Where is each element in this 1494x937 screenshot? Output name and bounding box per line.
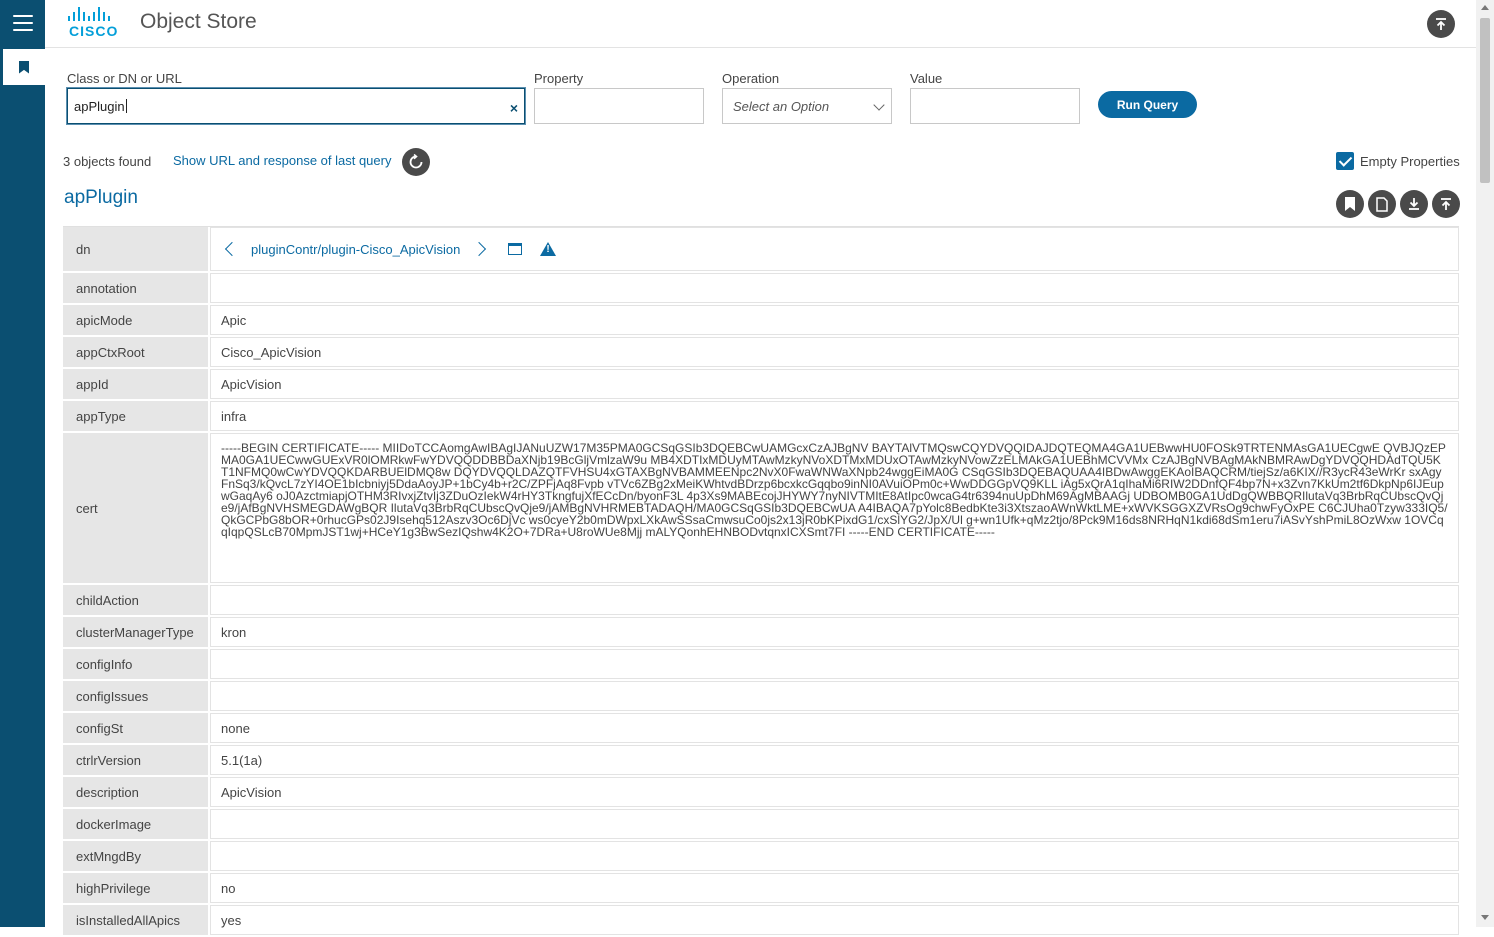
property-value: no [210, 873, 1459, 903]
property-value [210, 681, 1459, 711]
table-row: ctrlrVersion 5.1(1a) [63, 745, 1459, 777]
table-row: cert -----BEGIN CERTIFICATE----- MIIDoTC… [63, 433, 1459, 585]
property-value: yes [210, 905, 1459, 935]
table-row: configSt none [63, 713, 1459, 745]
property-key: extMngdBy [63, 841, 208, 871]
property-key: ctrlrVersion [63, 745, 208, 775]
property-key: description [63, 777, 208, 807]
table-row: clusterManagerType kron [63, 617, 1459, 649]
scroll-up-icon[interactable] [1481, 5, 1489, 10]
property-label: Property [534, 71, 584, 86]
show-url-link[interactable]: Show URL and response of last query [173, 153, 391, 168]
property-value [210, 273, 1459, 303]
property-key: dn [63, 227, 208, 271]
property-value: Apic [210, 305, 1459, 335]
property-value: kron [210, 617, 1459, 647]
object-class-title: apPlugin [64, 187, 138, 208]
property-value: none [210, 713, 1459, 743]
refresh-icon[interactable] [402, 148, 430, 176]
hamburger-menu-icon[interactable] [0, 0, 45, 46]
table-row: annotation [63, 273, 1459, 305]
bookmark-icon [19, 60, 29, 74]
download-icon[interactable] [1400, 190, 1428, 218]
document-icon[interactable] [1368, 190, 1396, 218]
value-input[interactable] [910, 88, 1080, 124]
operation-placeholder: Select an Option [733, 98, 830, 114]
warning-icon[interactable] [540, 242, 557, 256]
clear-icon[interactable]: × [510, 100, 518, 116]
object-actions [1336, 190, 1460, 218]
left-rail [0, 0, 45, 927]
operation-label: Operation [722, 71, 780, 86]
property-key: appType [63, 401, 208, 431]
table-row: description ApicVision [63, 777, 1459, 809]
property-key: isInstalledAllApics [63, 905, 208, 935]
value-label: Value [910, 71, 943, 86]
property-key: dockerImage [63, 809, 208, 839]
table-row: configInfo [63, 649, 1459, 681]
property-key: configSt [63, 713, 208, 743]
table-row: extMngdBy [63, 841, 1459, 873]
property-value [210, 585, 1459, 615]
page-title: Object Store [140, 10, 257, 33]
property-key: apicMode [63, 305, 208, 335]
property-key: appCtxRoot [63, 337, 208, 367]
bookmark-icon[interactable] [1336, 190, 1364, 218]
objects-found-count: 3 objects found [63, 154, 152, 169]
operation-select[interactable]: Select an Option [722, 88, 892, 124]
class-label: Class or DN or URL [67, 71, 182, 86]
open-window-icon[interactable] [508, 243, 523, 255]
table-row: dn pluginContr/plugin-Cisco_ApicVision [63, 227, 1459, 273]
property-input[interactable] [534, 88, 704, 124]
chevron-left-icon[interactable] [224, 241, 240, 257]
table-row: highPrivilege no [63, 873, 1459, 905]
chevron-right-icon[interactable] [472, 241, 487, 257]
property-key: cert [63, 433, 208, 583]
property-value: pluginContr/plugin-Cisco_ApicVision [210, 227, 1459, 271]
bookmarks-tab[interactable] [0, 49, 45, 85]
empty-properties-label: Empty Properties [1360, 153, 1460, 169]
property-key: appId [63, 369, 208, 399]
property-key: configIssues [63, 681, 208, 711]
table-row: childAction [63, 585, 1459, 617]
table-row: appCtxRoot Cisco_ApicVision [63, 337, 1459, 369]
table-row: appId ApicVision [63, 369, 1459, 401]
property-value: infra [210, 401, 1459, 431]
table-row: appType infra [63, 401, 1459, 433]
scroll-down-icon[interactable] [1481, 915, 1489, 920]
class-input-value: apPlugin [74, 98, 125, 114]
property-value [210, 809, 1459, 839]
property-key: childAction [63, 585, 208, 615]
vertical-scrollbar[interactable] [1476, 0, 1494, 927]
chevron-down-icon [873, 99, 885, 111]
property-value: Cisco_ApicVision [210, 337, 1459, 367]
scroll-top-icon[interactable] [1427, 10, 1455, 38]
property-value [210, 649, 1459, 679]
table-row: dockerImage [63, 809, 1459, 841]
property-key: annotation [63, 273, 208, 303]
property-key: highPrivilege [63, 873, 208, 903]
certificate-value: -----BEGIN CERTIFICATE----- MIIDoTCCAomg… [210, 433, 1459, 583]
empty-properties-checkbox[interactable] [1336, 152, 1354, 170]
property-key: clusterManagerType [63, 617, 208, 647]
dn-link[interactable]: pluginContr/plugin-Cisco_ApicVision [251, 242, 460, 257]
class-input[interactable]: apPlugin × [67, 88, 525, 124]
property-value: ApicVision [210, 777, 1459, 807]
property-key: configInfo [63, 649, 208, 679]
property-value: ApicVision [210, 369, 1459, 399]
run-query-button[interactable]: Run Query [1098, 91, 1197, 118]
upload-icon[interactable] [1432, 190, 1460, 218]
table-row: isInstalledAllApics yes [63, 905, 1459, 937]
empty-properties-toggle[interactable]: Empty Properties [1336, 152, 1460, 170]
properties-table: dn pluginContr/plugin-Cisco_ApicVision a… [63, 226, 1459, 937]
table-row: apicMode Apic [63, 305, 1459, 337]
logo-text: CISCO [69, 23, 119, 39]
property-value [210, 841, 1459, 871]
table-row: configIssues [63, 681, 1459, 713]
property-value: 5.1(1a) [210, 745, 1459, 775]
scrollbar-thumb[interactable] [1480, 18, 1490, 183]
app-header: CISCO Object Store [45, 0, 1476, 48]
cisco-logo: CISCO [67, 7, 123, 39]
